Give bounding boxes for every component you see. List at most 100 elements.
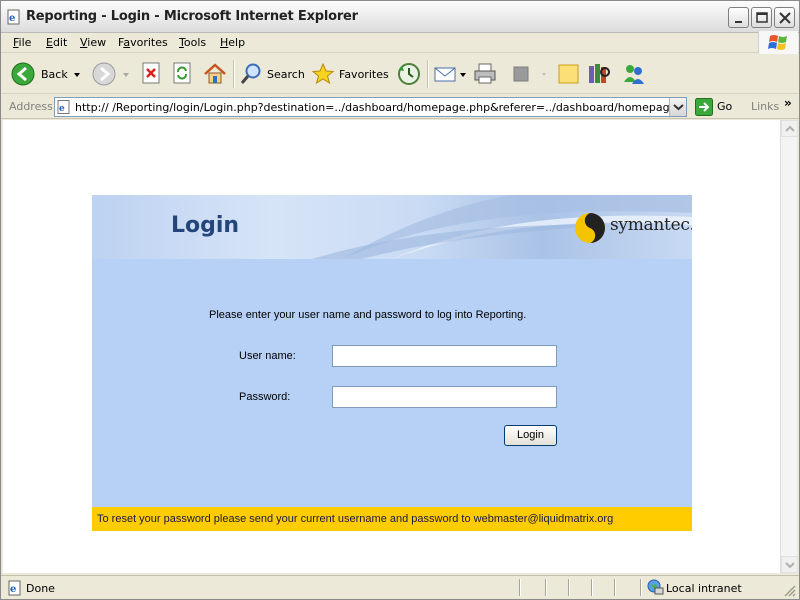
chevron-down-icon: [785, 562, 795, 569]
menu-bar: File Edit View Favorites Tools Help: [1, 33, 799, 53]
menu-help[interactable]: Help: [220, 36, 245, 49]
windows-logo-icon: [768, 35, 787, 50]
back-icon: [11, 62, 35, 86]
home-icon: [204, 63, 226, 84]
print-button[interactable]: [473, 62, 499, 86]
scroll-up-button[interactable]: [781, 120, 798, 137]
page-viewport: Login symantec. Please enter your user n…: [3, 120, 780, 573]
symantec-logo-icon: [575, 213, 605, 243]
research-button[interactable]: [587, 62, 613, 86]
resize-grip-icon[interactable]: [783, 584, 796, 597]
chevron-down-icon: [673, 104, 684, 111]
status-divider: [545, 579, 546, 596]
status-divider: [614, 579, 615, 596]
svg-text:e: e: [10, 584, 16, 595]
mail-icon: [434, 67, 466, 82]
address-bar: Address e http:// /Reporting/login/Login…: [1, 95, 799, 119]
browser-window: e Reporting - Login - Microsoft Internet…: [0, 0, 800, 600]
links-toolbar[interactable]: Links: [751, 100, 779, 113]
edit-icon: [513, 66, 546, 82]
toolbar-separator: [233, 60, 234, 88]
favorites-label: Favorites: [339, 68, 389, 81]
go-button[interactable]: Go: [717, 100, 732, 113]
status-divider: [568, 579, 569, 596]
window-title: Reporting - Login - Microsoft Internet E…: [26, 9, 358, 24]
research-icon: [589, 64, 610, 83]
discuss-icon: [558, 64, 579, 84]
address-url: http:// /Reporting/login/Login.php?desti…: [75, 101, 687, 114]
address-dropdown-button[interactable]: [669, 98, 686, 116]
status-divider: [591, 579, 592, 596]
ie-page-icon: e: [8, 580, 21, 596]
back-label: Back: [41, 68, 68, 81]
back-button[interactable]: Back: [11, 62, 83, 86]
messenger-icon: [624, 65, 644, 84]
ie-page-icon: e: [7, 9, 20, 25]
favorites-button[interactable]: Favorites: [311, 62, 391, 86]
login-prompt: Please enter your user name and password…: [209, 309, 527, 321]
status-text: Done: [26, 582, 55, 595]
stop-icon: [142, 62, 160, 84]
login-form: Please enter your user name and password…: [92, 259, 692, 507]
menu-edit[interactable]: Edit: [46, 36, 67, 49]
chevron-up-icon: [785, 125, 795, 132]
password-input[interactable]: [332, 386, 557, 408]
search-label: Search: [267, 68, 305, 81]
go-arrow-icon[interactable]: [695, 98, 713, 116]
edit-button[interactable]: [511, 62, 547, 86]
close-icon: [779, 12, 791, 24]
svg-text:e: e: [59, 104, 65, 114]
minimize-button[interactable]: [728, 7, 749, 28]
login-button[interactable]: Login: [504, 425, 557, 446]
refresh-button[interactable]: [172, 62, 194, 86]
print-icon: [474, 63, 496, 84]
mail-button[interactable]: [433, 62, 467, 86]
forward-button[interactable]: [92, 62, 132, 86]
windows-logo: [758, 31, 798, 54]
maximize-button[interactable]: [751, 7, 772, 28]
favorites-star-icon: [311, 62, 335, 85]
login-panel: Login symantec. Please enter your user n…: [92, 195, 692, 531]
history-button[interactable]: [396, 62, 422, 86]
address-input[interactable]: e http:// /Reporting/login/Login.php?des…: [54, 97, 687, 117]
menu-file[interactable]: File: [13, 36, 31, 49]
username-input[interactable]: [332, 345, 557, 367]
search-button[interactable]: Search: [239, 62, 305, 86]
scroll-down-button[interactable]: [781, 556, 798, 573]
search-icon: [240, 63, 261, 84]
links-chevron[interactable]: »: [784, 96, 792, 110]
svg-text:e: e: [9, 13, 15, 24]
status-bar: e Done Local intranet: [1, 575, 799, 599]
local-intranet-icon: [647, 579, 664, 595]
ie-page-icon: e: [57, 100, 70, 114]
stop-button[interactable]: [141, 62, 163, 86]
maximize-icon: [756, 12, 768, 23]
menu-favorites[interactable]: Favorites: [118, 36, 168, 49]
history-icon: [398, 63, 420, 85]
dropdown-arrow-icon: [74, 73, 80, 77]
reset-password-text: To reset your password please send your …: [97, 513, 614, 525]
menu-view[interactable]: View: [80, 36, 106, 49]
reset-password-notice: To reset your password please send your …: [92, 507, 692, 531]
address-label: Address: [9, 100, 53, 113]
toolbar-separator: [427, 60, 428, 88]
page-title: Login: [171, 213, 240, 238]
close-button[interactable]: [774, 7, 795, 28]
login-header: Login symantec.: [92, 195, 692, 259]
refresh-icon: [173, 62, 191, 84]
minimize-icon: [735, 21, 742, 23]
messenger-button[interactable]: [621, 62, 647, 86]
forward-icon: [92, 62, 116, 86]
dropdown-arrow-icon: [123, 73, 129, 77]
brand-wordmark: symantec.: [610, 215, 692, 235]
password-label: Password:: [239, 391, 291, 403]
status-divider: [519, 579, 520, 596]
title-bar: e Reporting - Login - Microsoft Internet…: [1, 1, 799, 33]
vertical-scrollbar[interactable]: [780, 120, 798, 573]
home-button[interactable]: [202, 62, 228, 86]
standard-toolbar: Back Search Favorites: [1, 54, 799, 94]
username-label: User name:: [239, 350, 296, 362]
discuss-button[interactable]: [557, 62, 581, 86]
menu-tools[interactable]: Tools: [179, 36, 206, 49]
status-divider: [640, 579, 641, 596]
